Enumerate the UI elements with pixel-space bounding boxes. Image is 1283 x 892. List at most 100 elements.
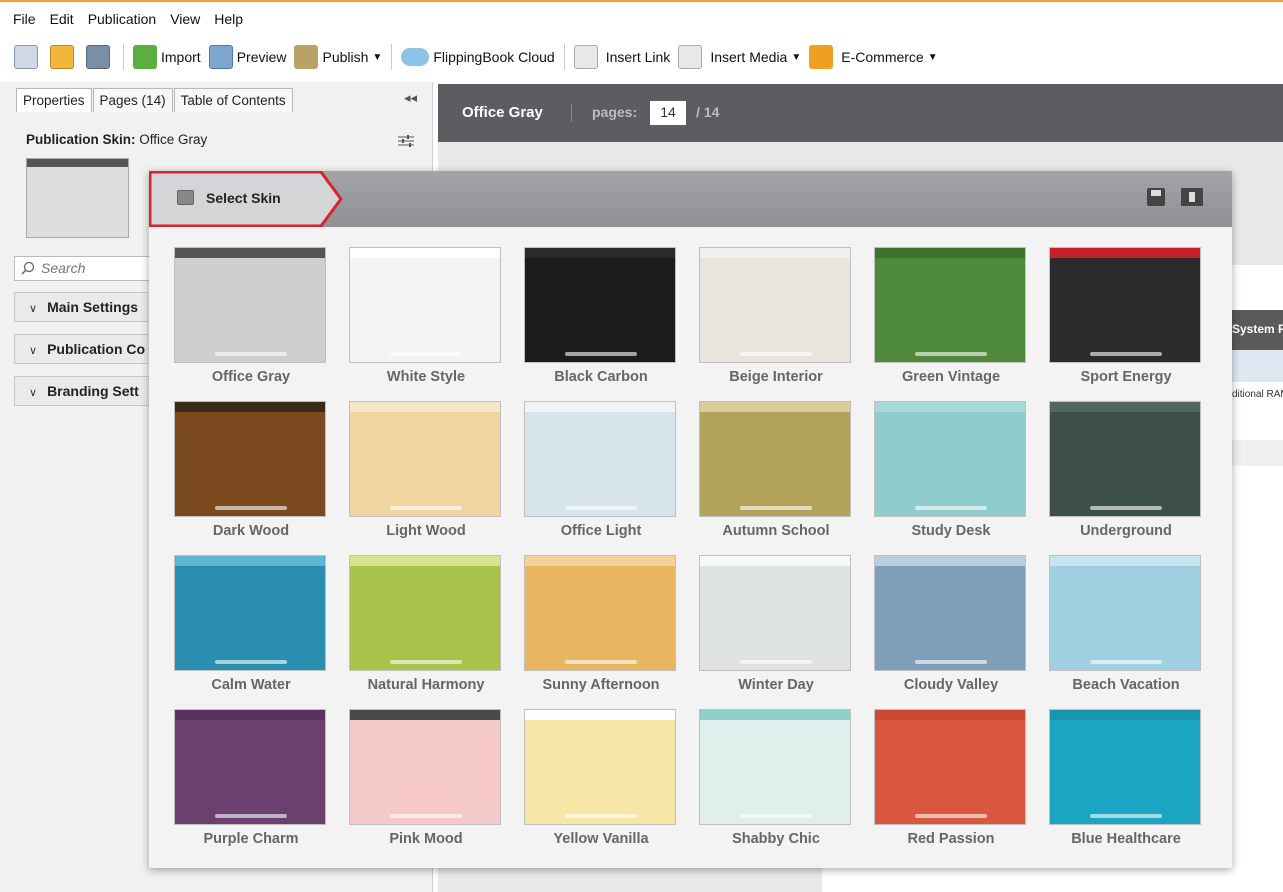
tab-table-of-contents[interactable]: Table of Contents (173, 88, 293, 112)
skin-thumbnail-toolbar (700, 710, 850, 720)
menu-view[interactable]: View (163, 11, 207, 27)
menu-publication[interactable]: Publication (81, 11, 164, 27)
save-icon[interactable] (1147, 188, 1165, 206)
skin-thumbnail (174, 709, 326, 825)
skin-name: Calm Water (211, 677, 291, 693)
skin-name: Red Passion (907, 831, 995, 847)
search-input[interactable]: Search (14, 256, 164, 281)
skin-option[interactable]: Green Vintage (874, 247, 1028, 387)
collapse-panel-icon[interactable]: ◂◂ (404, 90, 417, 106)
page-number-input[interactable]: 14 (650, 101, 686, 125)
skin-thumbnail-footer (565, 660, 637, 664)
skin-option[interactable]: Cloudy Valley (874, 555, 1028, 695)
skin-thumbnail-toolbar (525, 402, 675, 412)
skin-thumbnail-footer (1090, 660, 1162, 664)
skin-thumbnail-footer (215, 660, 287, 664)
skin-option[interactable]: Autumn School (699, 401, 853, 541)
new-project-icon (14, 45, 38, 69)
skin-name: Purple Charm (203, 831, 299, 847)
search-icon (21, 261, 35, 275)
skin-thumbnail-toolbar (175, 402, 325, 412)
skin-option[interactable]: Light Wood (349, 401, 503, 541)
skin-thumbnail-footer (915, 506, 987, 510)
skin-option[interactable]: Underground (1049, 401, 1203, 541)
tab-properties[interactable]: Properties (16, 88, 92, 112)
preview-button[interactable]: Preview (205, 41, 291, 73)
save-project-button[interactable] (82, 41, 118, 73)
skin-thumbnail (349, 401, 501, 517)
skin-thumbnail-footer (915, 352, 987, 356)
skin-option[interactable]: Purple Charm (174, 709, 328, 849)
insert-media-button[interactable]: Insert Media ▼ (674, 41, 805, 73)
skin-thumbnail-toolbar (175, 710, 325, 720)
skin-option[interactable]: Winter Day (699, 555, 853, 695)
skin-thumbnail-footer (1090, 506, 1162, 510)
skin-option[interactable]: Office Gray (174, 247, 328, 387)
left-tabs: Properties Pages (14) Table of Contents (16, 88, 294, 112)
skin-option[interactable]: Calm Water (174, 555, 328, 695)
skin-thumbnail-toolbar (700, 402, 850, 412)
main-settings-section[interactable]: ∨ Main Settings (14, 292, 164, 322)
publication-controls-section[interactable]: ∨ Publication Co (14, 334, 164, 364)
skin-option[interactable]: Beach Vacation (1049, 555, 1203, 695)
publish-label: Publish (322, 49, 369, 65)
skin-thumbnail-toolbar (350, 402, 500, 412)
branding-settings-section[interactable]: ∨ Branding Sett (14, 376, 164, 406)
skin-name: Underground (1080, 523, 1172, 539)
section-label: Publication Co (47, 341, 146, 357)
skin-thumbnail-footer (390, 814, 462, 818)
toolbar-separator (563, 44, 565, 70)
link-icon (573, 45, 598, 69)
skin-thumbnail (174, 555, 326, 671)
upload-icon[interactable] (1181, 188, 1203, 206)
tab-pages[interactable]: Pages (14) (92, 88, 173, 112)
publish-icon (294, 45, 319, 69)
skin-option[interactable]: Yellow Vanilla (524, 709, 678, 849)
skin-option[interactable]: Blue Healthcare (1049, 709, 1203, 849)
menu-edit[interactable]: Edit (43, 11, 81, 27)
menu-file[interactable]: File (6, 11, 43, 27)
current-skin-thumbnail[interactable] (26, 158, 129, 238)
page-total: / 14 (696, 104, 720, 120)
skin-thumbnail (524, 709, 676, 825)
skin-option[interactable]: Shabby Chic (699, 709, 853, 849)
skin-thumbnail-toolbar (350, 248, 500, 258)
chevron-down-icon: ▼ (927, 51, 938, 63)
flippingbook-cloud-button[interactable]: FlippingBook Cloud (397, 41, 558, 73)
skin-name: White Style (386, 369, 466, 385)
import-button[interactable]: Import (129, 41, 205, 73)
skin-option[interactable]: Beige Interior (699, 247, 853, 387)
chevron-down-icon: ∨ (29, 345, 38, 357)
skin-option[interactable]: Study Desk (874, 401, 1028, 541)
skin-thumbnail (874, 401, 1026, 517)
ecommerce-button[interactable]: E-Commerce ▼ (805, 41, 941, 73)
skin-thumbnail-toolbar (1050, 710, 1200, 720)
skin-name: Cloudy Valley (903, 677, 999, 693)
insert-link-button[interactable]: Insert Link (570, 41, 675, 73)
skin-option[interactable]: Pink Mood (349, 709, 503, 849)
skin-option[interactable]: Red Passion (874, 709, 1028, 849)
skin-thumbnail-footer (565, 352, 637, 356)
skin-thumbnail-footer (215, 506, 287, 510)
skin-thumbnail-footer (915, 814, 987, 818)
menu-bar: File Edit Publication View Help (0, 2, 1283, 36)
settings-sliders-icon[interactable] (398, 134, 414, 148)
skin-thumbnail (874, 709, 1026, 825)
menu-help[interactable]: Help (207, 11, 250, 27)
skin-option[interactable]: Natural Harmony (349, 555, 503, 695)
skin-option[interactable]: Black Carbon (524, 247, 678, 387)
skin-option[interactable]: Office Light (524, 401, 678, 541)
skin-thumbnail (524, 247, 676, 363)
skin-option[interactable]: Dark Wood (174, 401, 328, 541)
select-skin-tab[interactable]: Select Skin (149, 171, 343, 227)
skin-option[interactable]: Sunny Afternoon (524, 555, 678, 695)
skin-name: Shabby Chic (732, 831, 820, 847)
skin-thumbnail (174, 401, 326, 517)
open-project-button[interactable] (46, 41, 82, 73)
publish-button[interactable]: Publish ▼ (290, 41, 386, 73)
new-project-button[interactable] (10, 41, 46, 73)
skin-option[interactable]: White Style (349, 247, 503, 387)
skin-option[interactable]: Sport Energy (1049, 247, 1203, 387)
skin-thumbnail (699, 247, 851, 363)
chevron-down-icon: ∨ (29, 303, 38, 315)
